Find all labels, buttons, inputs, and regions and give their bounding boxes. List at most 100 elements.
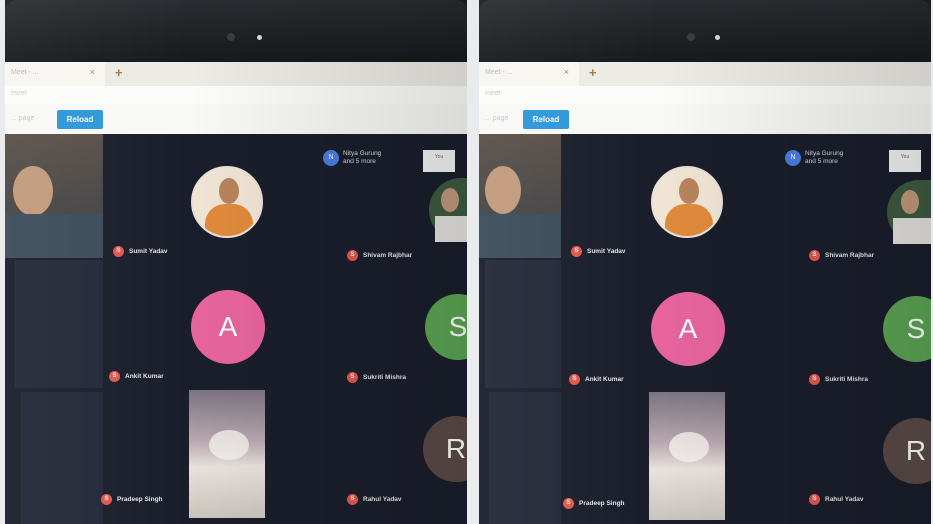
- participant-video-pradeep[interactable]: [649, 392, 725, 520]
- browser-tab[interactable]: Meet - ... ×: [479, 62, 579, 86]
- name-tag: S Sumit Yadav: [571, 246, 626, 257]
- participant-video-shivam[interactable]: [429, 178, 467, 242]
- participant-avatar: R: [883, 418, 931, 484]
- overflow-line1: Nitya Gurung: [343, 150, 382, 157]
- mic-off-icon: S: [569, 374, 580, 385]
- mic-off-icon: S: [347, 372, 358, 383]
- page-toolbar: ... page Reload: [5, 104, 467, 134]
- participant-photo-avatar: [191, 166, 263, 238]
- participant-name: Sukriti Mishra: [825, 376, 868, 383]
- browser-tabbar: Meet - ... × +: [5, 62, 467, 86]
- mic-off-icon: S: [563, 498, 574, 509]
- overflow-avatar: N: [323, 150, 339, 166]
- name-tag: S Ankit Kumar: [569, 374, 624, 385]
- name-tag: S Ankit Kumar: [109, 371, 164, 382]
- reload-button[interactable]: Reload: [523, 110, 569, 129]
- name-tag: S Sukriti Mishra: [809, 374, 868, 385]
- address-bar[interactable]: meet: [479, 86, 931, 104]
- participant-face: [901, 190, 919, 214]
- participant-face: [13, 166, 53, 216]
- participant-face: [485, 166, 521, 214]
- mic-off-icon: S: [809, 494, 820, 505]
- camera-light-icon: [715, 35, 720, 40]
- mic-off-icon: S: [109, 371, 120, 382]
- camera-icon: [687, 33, 695, 41]
- participant-video-sumit[interactable]: [479, 134, 561, 258]
- participant-avatar: R: [423, 416, 467, 482]
- more-participants[interactable]: N Nitya Gurung and 5 more: [323, 150, 381, 166]
- mic-off-icon: S: [809, 250, 820, 261]
- avatar-head: [219, 178, 239, 204]
- screenshot-stage: Meet - ... × + meet ... page Reload S Su…: [0, 0, 933, 524]
- participant-name: Pradeep Singh: [117, 496, 163, 503]
- participant-name: Shivam Rajbhar: [363, 252, 413, 259]
- participant-tile-blank: [21, 392, 103, 524]
- participant-tile-blank: [485, 260, 561, 388]
- overflow-line2: and 5 more: [805, 158, 838, 165]
- overflow-avatar: N: [785, 150, 801, 166]
- participant-video-pradeep[interactable]: [189, 390, 265, 518]
- participant-avatar: S: [425, 294, 467, 360]
- participant-avatar: S: [883, 296, 931, 362]
- toolbar-text: ... page: [485, 115, 509, 122]
- mic-off-icon: S: [809, 374, 820, 385]
- name-tag: S Shivam Rajbhar: [809, 250, 874, 261]
- mic-off-icon: S: [101, 494, 112, 505]
- participant-name: Pradeep Singh: [579, 500, 625, 507]
- participant-photo-avatar: [651, 166, 723, 238]
- tab-title: Meet - ...: [11, 69, 39, 76]
- overflow-line1: Nitya Gurung: [805, 150, 844, 157]
- laptop-bezel: [5, 0, 467, 62]
- close-icon[interactable]: ×: [90, 67, 95, 77]
- overflow-label: Nitya Gurung and 5 more: [805, 150, 843, 166]
- new-tab-icon[interactable]: +: [589, 65, 597, 80]
- photo-right: Meet - ... × + meet ... page Reload S Su…: [479, 0, 931, 524]
- avatar-head: [679, 178, 699, 204]
- camera-icon: [227, 33, 235, 41]
- participant-body: [5, 214, 103, 258]
- name-tag: S Shivam Rajbhar: [347, 250, 412, 261]
- name-tag: S Sukriti Mishra: [347, 372, 406, 383]
- name-tag: S Sumit Yadav: [113, 246, 168, 257]
- address-text: meet: [485, 90, 501, 97]
- overflow-line2: and 5 more: [343, 158, 376, 165]
- self-preview[interactable]: You: [889, 150, 921, 172]
- participant-avatar: A: [651, 292, 725, 366]
- participant-video-sumit[interactable]: [5, 134, 103, 258]
- close-icon[interactable]: ×: [564, 67, 569, 77]
- participant-name: Sumit Yadav: [129, 248, 168, 255]
- mic-off-icon: S: [113, 246, 124, 257]
- address-bar[interactable]: meet: [5, 86, 467, 104]
- mic-off-icon: S: [347, 494, 358, 505]
- avatar-shirt: [665, 204, 713, 236]
- more-participants[interactable]: N Nitya Gurung and 5 more: [785, 150, 843, 166]
- tab-title: Meet - ...: [485, 69, 513, 76]
- participant-face: [441, 188, 459, 212]
- participant-tile-blank: [489, 392, 561, 524]
- participant-name: Ankit Kumar: [585, 376, 624, 383]
- toolbar-text: ... page: [11, 115, 35, 122]
- video-highlight: [209, 430, 249, 460]
- video-highlight: [669, 432, 709, 462]
- mic-off-icon: S: [347, 250, 358, 261]
- address-text: meet: [11, 90, 27, 97]
- participant-body: [435, 216, 467, 242]
- browser-tab[interactable]: Meet - ... ×: [5, 62, 105, 86]
- participant-body: [893, 218, 931, 244]
- participant-video-shivam[interactable]: [887, 180, 931, 244]
- participant-name: Sukriti Mishra: [363, 374, 406, 381]
- page-toolbar: ... page Reload: [479, 104, 931, 134]
- name-tag: S Rahul Yadav: [809, 494, 864, 505]
- participant-avatar: A: [191, 290, 265, 364]
- name-tag: S Pradeep Singh: [101, 494, 163, 505]
- overflow-label: Nitya Gurung and 5 more: [343, 150, 381, 166]
- participant-name: Sumit Yadav: [587, 248, 626, 255]
- participant-tile-blank: [15, 260, 103, 388]
- mic-off-icon: S: [571, 246, 582, 257]
- camera-light-icon: [257, 35, 262, 40]
- new-tab-icon[interactable]: +: [115, 65, 123, 80]
- participant-name: Shivam Rajbhar: [825, 252, 875, 259]
- self-preview[interactable]: You: [423, 150, 455, 172]
- participant-body: [479, 214, 561, 258]
- reload-button[interactable]: Reload: [57, 110, 103, 129]
